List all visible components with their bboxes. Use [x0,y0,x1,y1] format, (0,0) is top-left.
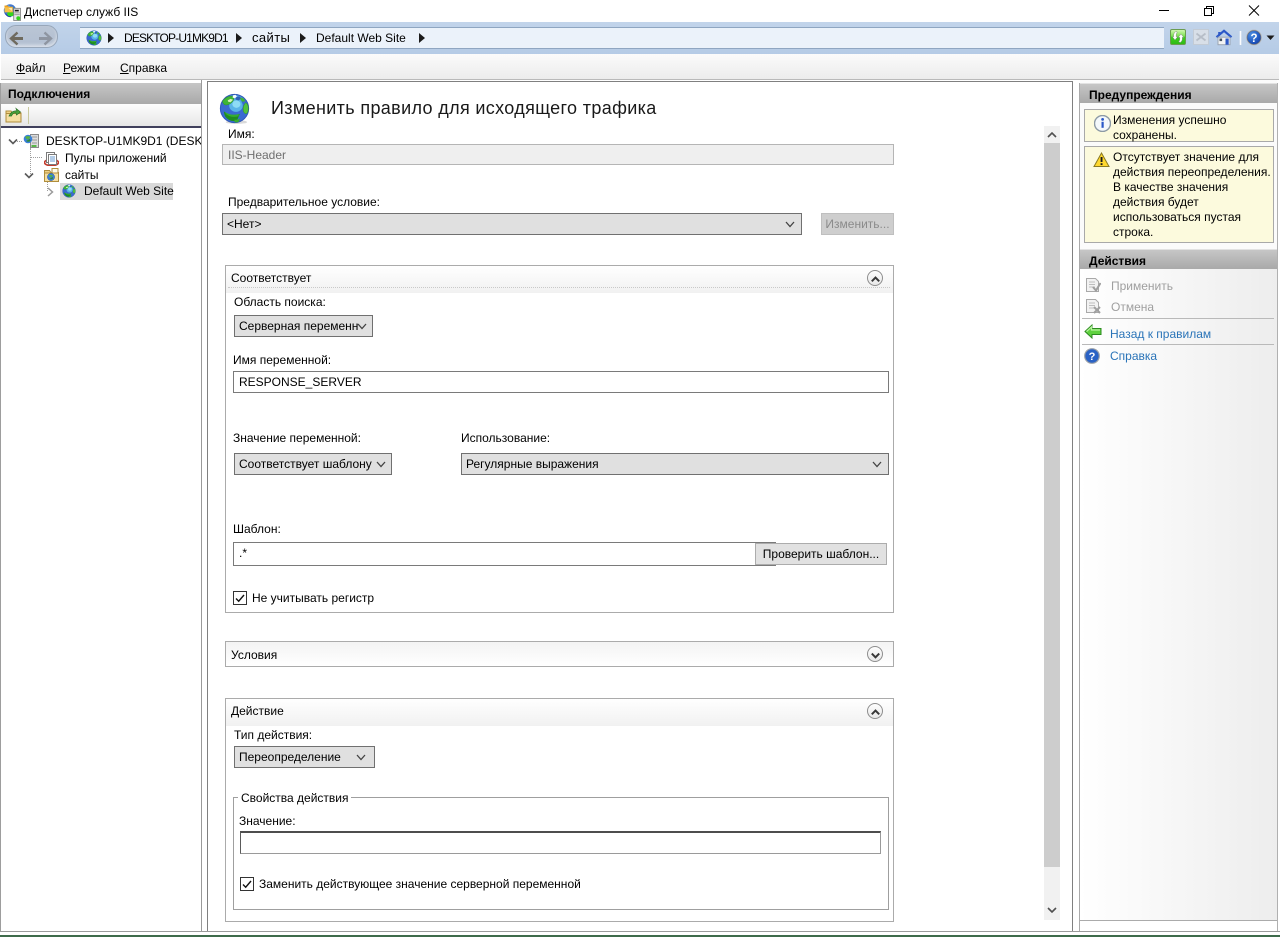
svg-text:?: ? [1089,351,1096,363]
svg-text:?: ? [1250,33,1257,45]
